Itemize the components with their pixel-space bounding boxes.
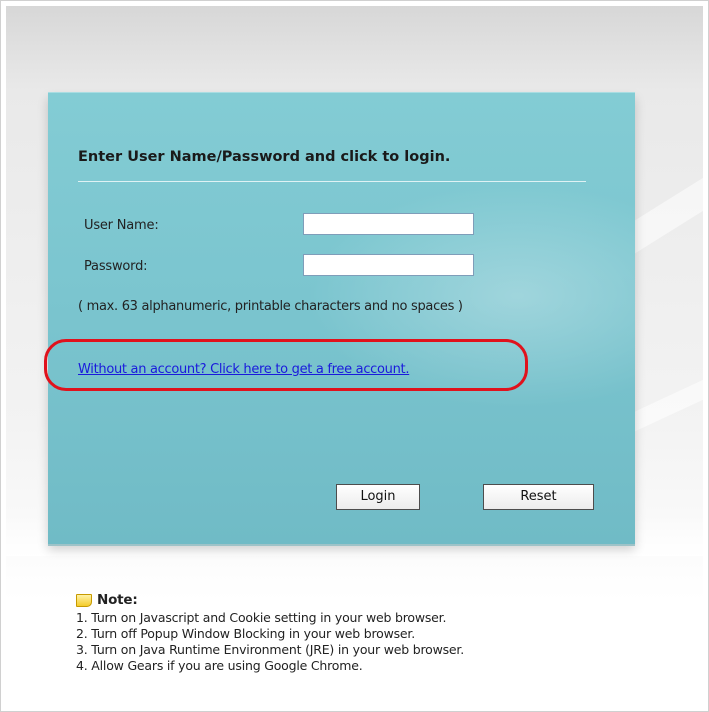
reset-button[interactable]: Reset [483, 484, 594, 510]
note-item: 1. Turn on Javascript and Cookie setting… [76, 610, 447, 625]
note-list: 1. Turn on Javascript and Cookie setting… [76, 610, 464, 674]
login-button[interactable]: Login [336, 484, 420, 510]
title-divider [78, 181, 586, 182]
note-item: 4. Allow Gears if you are using Google C… [76, 658, 363, 673]
note-heading: Note: [76, 592, 464, 608]
note-heading-text: Note: [97, 592, 138, 608]
note-icon [76, 593, 92, 607]
note-item: 3. Turn on Java Runtime Environment (JRE… [76, 642, 464, 657]
password-input[interactable] [303, 254, 474, 276]
password-label: Password: [84, 259, 148, 274]
username-input[interactable] [303, 213, 474, 235]
note-item: 2. Turn off Popup Window Blocking in you… [76, 626, 415, 641]
username-label: User Name: [84, 218, 159, 233]
login-title: Enter User Name/Password and click to lo… [78, 149, 451, 165]
note-section: Note: 1. Turn on Javascript and Cookie s… [76, 592, 464, 674]
password-hint: ( max. 63 alphanumeric, printable charac… [78, 299, 463, 314]
login-panel: Enter User Name/Password and click to lo… [44, 92, 635, 544]
free-account-link[interactable]: Without an account? Click here to get a … [78, 362, 409, 377]
